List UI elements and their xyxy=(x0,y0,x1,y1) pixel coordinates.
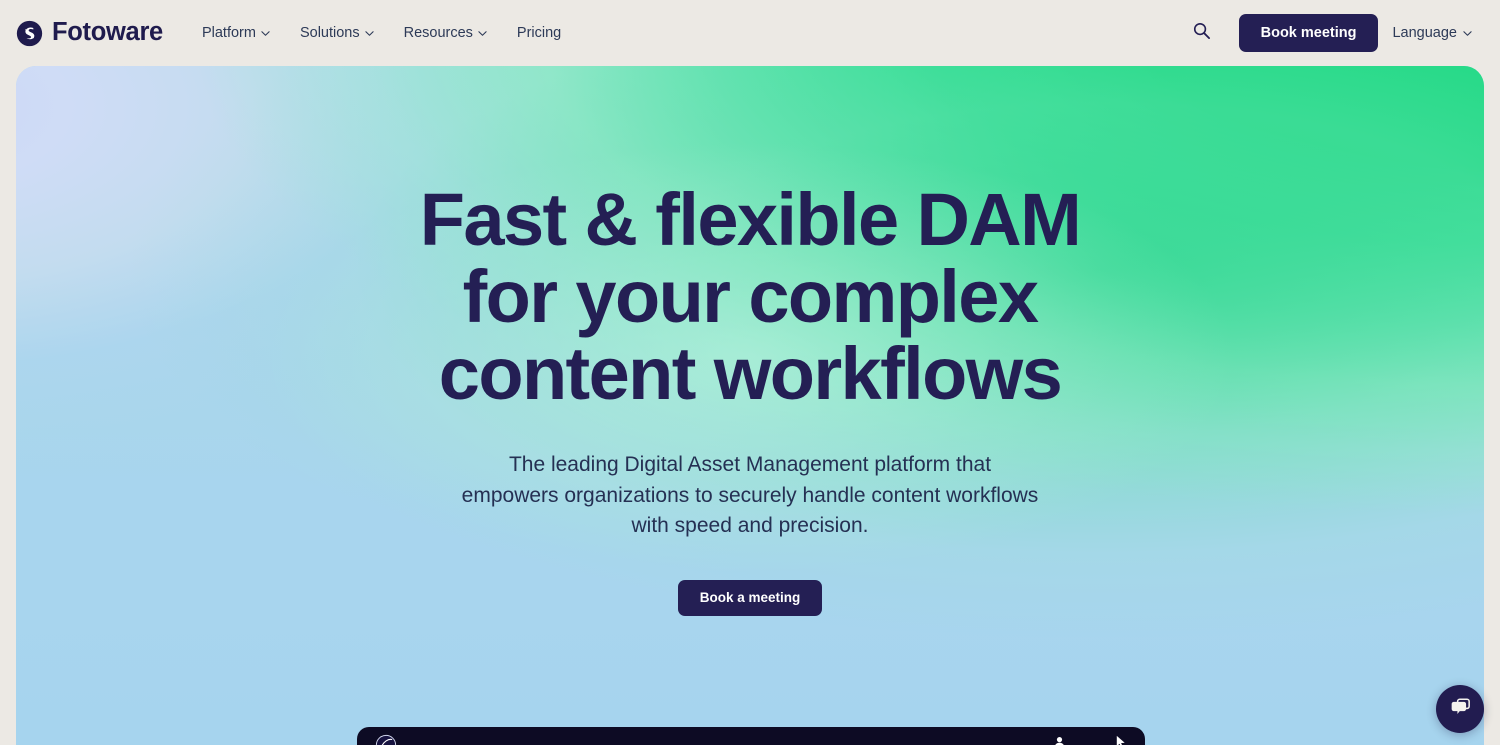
logo-wordmark: Fotoware xyxy=(52,18,163,47)
chevron-down-icon xyxy=(364,29,374,38)
nav-item-platform-label: Platform xyxy=(201,25,256,41)
fotoware-swoosh-logo-icon xyxy=(16,20,43,47)
chevron-down-icon xyxy=(1463,29,1472,38)
language-label: Language xyxy=(1392,25,1457,41)
product-panel-icons xyxy=(1053,735,1127,745)
nav-item-solutions[interactable]: Solutions xyxy=(285,19,389,47)
hero-subtitle: The leading Digital Asset Management pla… xyxy=(461,453,1039,537)
search-button[interactable] xyxy=(1185,16,1219,50)
language-selector[interactable]: Language xyxy=(1378,19,1486,47)
hero-section: Fast & flexible DAM for your complex con… xyxy=(16,66,1484,745)
nav-item-pricing-label: Pricing xyxy=(516,25,562,41)
header-actions: Book meeting Language xyxy=(1185,14,1486,52)
main-navigation: Platform Solutions Resources Pricing xyxy=(187,19,576,47)
site-header: Fotoware Platform Solutions Resources Pr… xyxy=(0,0,1500,66)
chevron-down-icon xyxy=(261,29,270,38)
book-meeting-button[interactable]: Book meeting xyxy=(1238,14,1379,52)
chat-widget-button[interactable] xyxy=(1436,685,1484,733)
cursor-pointer-icon[interactable] xyxy=(1114,735,1127,745)
nav-item-platform[interactable]: Platform xyxy=(187,19,285,47)
fotoware-mark-icon xyxy=(375,734,397,745)
product-screenshot-panel[interactable] xyxy=(357,727,1145,745)
hero-content: Fast & flexible DAM for your complex con… xyxy=(16,66,1484,616)
nav-item-resources-label: Resources xyxy=(403,25,473,41)
nav-item-resources[interactable]: Resources xyxy=(389,19,502,47)
search-icon xyxy=(1192,21,1211,45)
page-title: Fast & flexible DAM for your complex con… xyxy=(419,178,1082,415)
nav-item-solutions-label: Solutions xyxy=(299,25,360,41)
chat-bubbles-icon xyxy=(1448,694,1473,724)
user-avatar-icon[interactable] xyxy=(1053,735,1066,745)
chevron-down-icon xyxy=(478,29,487,38)
nav-item-pricing[interactable]: Pricing xyxy=(502,19,576,47)
book-a-meeting-button[interactable]: Book a meeting xyxy=(677,579,823,616)
logo-home-link[interactable]: Fotoware xyxy=(16,20,163,47)
